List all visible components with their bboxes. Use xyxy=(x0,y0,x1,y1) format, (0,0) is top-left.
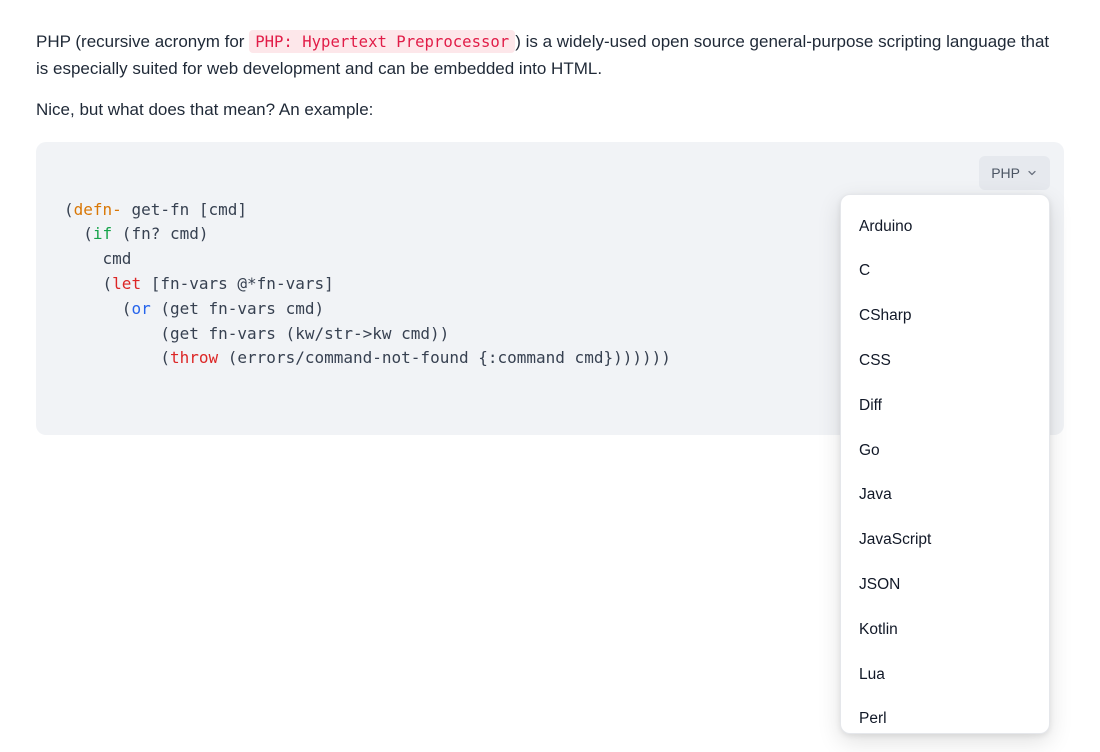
intro-paragraph-1: PHP (recursive acronym for PHP: Hypertex… xyxy=(36,28,1064,82)
language-option-c[interactable]: C xyxy=(841,249,1049,294)
language-option-java[interactable]: Java xyxy=(841,473,1049,518)
language-selector-label: PHP xyxy=(991,162,1020,184)
language-option-perl[interactable]: Perl xyxy=(841,697,1049,733)
language-option-css[interactable]: CSS xyxy=(841,339,1049,384)
language-option-lua[interactable]: Lua xyxy=(841,653,1049,698)
language-option-diff[interactable]: Diff xyxy=(841,384,1049,429)
language-option-go[interactable]: Go xyxy=(841,429,1049,474)
language-option-json[interactable]: JSON xyxy=(841,563,1049,608)
intro-text-before: PHP (recursive acronym for xyxy=(36,32,249,51)
code-example-block: (defn- get-fn [cmd] (if (fn? cmd) cmd (l… xyxy=(36,142,1064,436)
inline-code-php-acronym: PHP: Hypertext Preprocessor xyxy=(249,30,515,53)
language-selector-button[interactable]: PHP xyxy=(979,156,1050,190)
language-option-javascript[interactable]: JavaScript xyxy=(841,518,1049,563)
intro-paragraph-2: Nice, but what does that mean? An exampl… xyxy=(36,96,1064,123)
chevron-down-icon xyxy=(1026,167,1038,179)
language-option-arduino[interactable]: Arduino xyxy=(841,205,1049,250)
language-option-kotlin[interactable]: Kotlin xyxy=(841,608,1049,653)
language-option-csharp[interactable]: CSharp xyxy=(841,294,1049,339)
language-dropdown-menu: ArduinoCCSharpCSSDiffGoJavaJavaScriptJSO… xyxy=(840,194,1050,734)
